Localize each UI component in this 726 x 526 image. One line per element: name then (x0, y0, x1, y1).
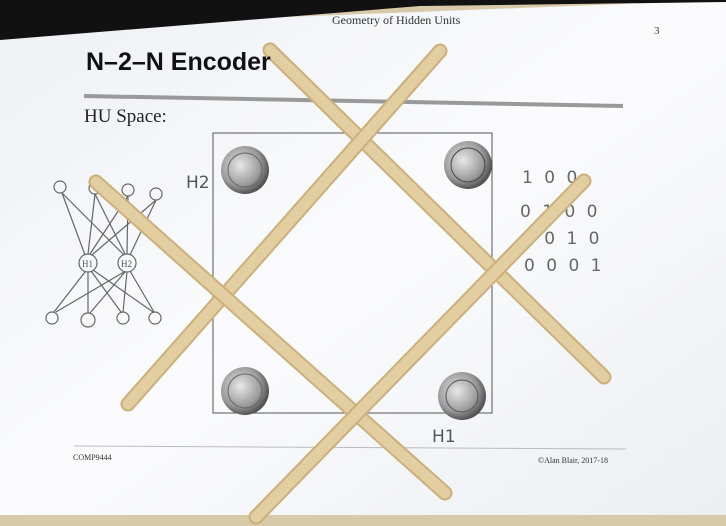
svg-text:H2: H2 (121, 259, 132, 269)
copyright: ©Alan Blair, 2017-18 (538, 456, 608, 465)
coin-top-right (444, 141, 492, 189)
coin-top-left (221, 146, 269, 194)
slide-title: N–2–N Encoder (86, 48, 271, 76)
svg-text:H1: H1 (82, 259, 93, 269)
hu-space-label: HU Space: (84, 106, 167, 127)
course-code: COMP9444 (73, 453, 112, 462)
axis-label-h2: H2 (186, 173, 210, 193)
photo-scene: H1 H2 H2 H1 1 0 0 0 1 0 0 0 0 1 0 0 0 0 … (0, 0, 726, 526)
slide-paper (0, 0, 726, 515)
running-title: Geometry of Hidden Units (332, 13, 461, 27)
coin-bottom-left (221, 367, 269, 415)
svg-text:0 0 0 1: 0 0 0 1 (524, 256, 604, 276)
page-number: 3 (654, 25, 660, 37)
axis-label-h1: H1 (432, 427, 456, 447)
coin-bottom-right (438, 372, 486, 420)
